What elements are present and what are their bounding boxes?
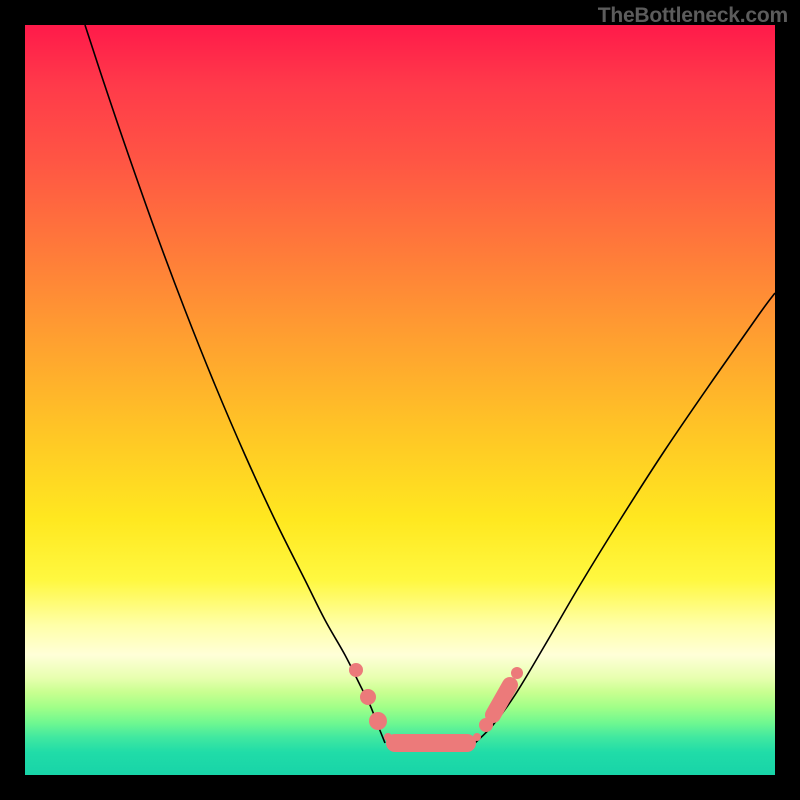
plot-area xyxy=(25,25,775,775)
curve-left-branch xyxy=(85,25,385,743)
trough-markers xyxy=(349,663,523,743)
marker-dot xyxy=(369,712,387,730)
marker-dot xyxy=(473,733,481,741)
watermark-text: TheBottleneck.com xyxy=(598,4,788,28)
marker-dot xyxy=(511,667,523,679)
chart-frame: TheBottleneck.com xyxy=(0,0,800,800)
marker-pill xyxy=(493,685,510,715)
marker-dot xyxy=(360,689,376,705)
marker-dot xyxy=(349,663,363,677)
curve-layer xyxy=(25,25,775,775)
